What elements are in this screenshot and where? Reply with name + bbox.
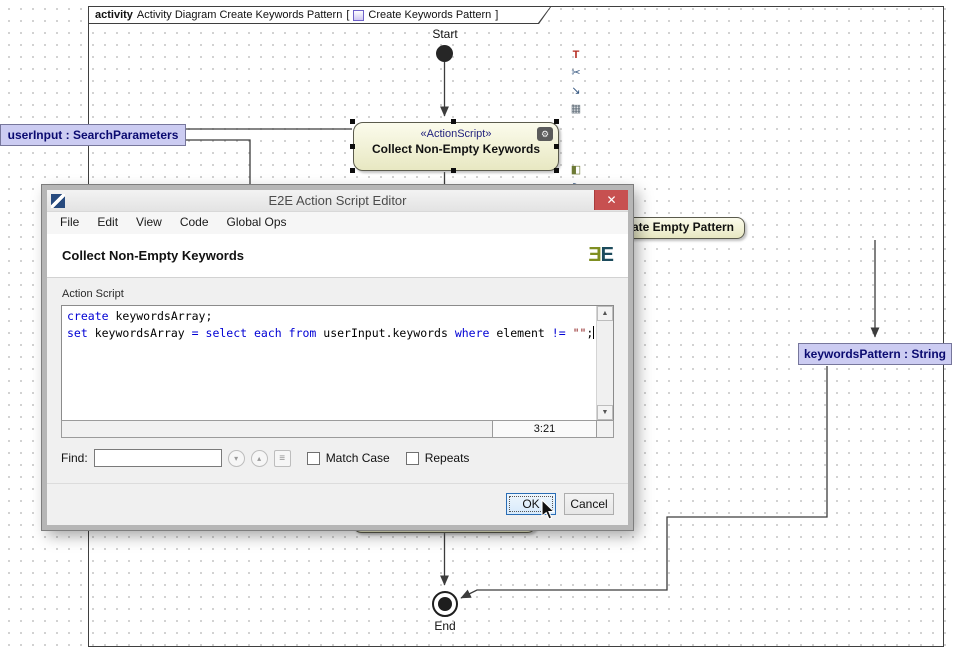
repeats-label: Repeats [425,451,470,465]
repeats-checkbox[interactable] [406,452,419,465]
smart-manipulator-toolbar: T ✂ ↘ ▦ ◧ ⚑ [566,48,586,196]
find-next-icon[interactable]: ▾ [228,450,245,467]
object-node-userinput[interactable]: userInput : SearchParameters [0,124,186,146]
frame-keyword: activity [95,9,133,21]
dialog-app-icon [51,194,65,208]
editor-label: Action Script [62,288,614,302]
frame-diagram-ref: Create Keywords Pattern [368,9,491,21]
dialog-header: Collect Non-Empty Keywords ƎE [47,234,628,278]
match-case-label: Match Case [326,451,390,465]
canvas: activity Activity Diagram Create Keyword… [0,0,953,654]
selection-handle[interactable] [554,119,559,124]
find-input[interactable] [94,449,222,467]
find-label: Find: [61,451,88,465]
selection-handle[interactable] [451,119,456,124]
initial-node[interactable] [436,45,453,62]
e2e-logo-right: E [601,244,613,266]
selection-handle[interactable] [554,168,559,173]
vertical-scrollbar[interactable]: ▲ ▼ [596,306,613,420]
end-label: End [425,619,465,633]
code-editor-frame: create keywordsArray;set keywordsArray =… [61,305,614,421]
grid-tool-icon[interactable]: ▦ [568,102,584,117]
editor-status-row: 3:21 [61,420,614,438]
find-prev-icon[interactable]: ▴ [251,450,268,467]
menu-code[interactable]: Code [171,212,218,234]
menu-edit[interactable]: Edit [88,212,127,234]
mouse-cursor [541,499,559,523]
dialog-body: Action Script create keywordsArray;set k… [47,288,628,515]
menu-view[interactable]: View [127,212,171,234]
object-node-keywordspattern[interactable]: keywordsPattern : String [798,343,952,365]
e2e-logo: ƎE [588,244,613,267]
activity-final-node[interactable] [432,591,458,617]
action-name: Collect Non-Empty Keywords [354,142,558,156]
selection-handle[interactable] [350,144,355,149]
cursor-position: 3:21 [492,420,597,438]
action-script-editor-dialog: E2E Action Script Editor ✕ File Edit Vie… [42,185,633,530]
dialog-title: E2E Action Script Editor [47,193,628,208]
close-icon: ✕ [606,193,616,207]
frame-bracket-open: [ [346,9,349,21]
scroll-down-icon[interactable]: ▼ [597,405,613,420]
horizontal-scrollbar[interactable] [61,420,493,438]
status-corner [596,420,614,438]
code-editor[interactable]: create keywordsArray;set keywordsArray =… [62,306,596,420]
selection-handle[interactable] [554,144,559,149]
scroll-up-icon[interactable]: ▲ [597,306,613,321]
activity-final-inner [438,597,452,611]
selection-handle[interactable] [350,119,355,124]
cancel-button[interactable]: Cancel [564,493,614,515]
frame-name: Activity Diagram Create Keywords Pattern [137,9,342,21]
panel-tool-icon[interactable]: ◧ [568,163,584,178]
e2e-logo-left: Ǝ [588,244,600,266]
text-tool-icon[interactable]: T [568,48,584,63]
action-node-collect[interactable]: «ActionScript» Collect Non-Empty Keyword… [353,122,559,171]
menu-file[interactable]: File [51,212,88,234]
match-case-checkbox[interactable] [307,452,320,465]
cut-tool-icon[interactable]: ✂ [568,66,584,81]
find-bar: Find: ▾ ▴ ≡ Match Case Repeats [61,446,614,470]
action-stereotype: «ActionScript» [354,128,558,140]
selection-handle[interactable] [451,168,456,173]
frame-bracket-close: ] [495,9,498,21]
close-button[interactable]: ✕ [594,190,628,210]
start-label: Start [420,27,470,41]
diagram-frame-header[interactable]: activity Activity Diagram Create Keyword… [89,7,551,24]
dialog-titlebar[interactable]: E2E Action Script Editor ✕ [47,190,628,212]
menu-global-ops[interactable]: Global Ops [218,212,296,234]
actionscript-badge-icon[interactable]: ⚙ [537,127,553,141]
edited-action-name: Collect Non-Empty Keywords [62,248,244,263]
menu-bar: File Edit View Code Global Ops [47,212,628,234]
diagram-icon [353,10,364,21]
arrow-tool-icon[interactable]: ↘ [568,84,584,99]
find-list-icon[interactable]: ≡ [274,450,291,467]
selection-handle[interactable] [350,168,355,173]
